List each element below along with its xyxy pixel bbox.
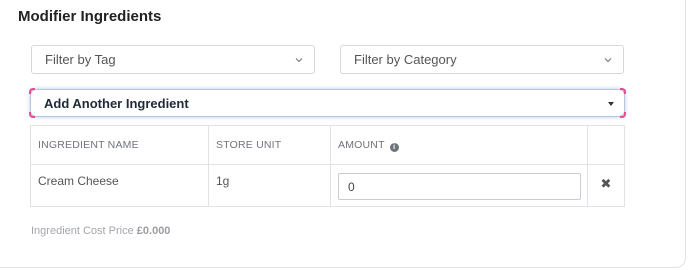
cost-value: £0.000 — [136, 225, 171, 237]
add-ingredient-select[interactable]: Add Another Ingredient — [29, 88, 626, 118]
filter-tag-value: Filter by Tag — [45, 52, 116, 67]
close-icon[interactable]: ✖ — [601, 176, 612, 192]
ingredient-cost-price: Ingredient Cost Price £0.000 — [31, 225, 170, 237]
add-ingredient-label: Add Another Ingredient — [44, 96, 189, 111]
amount-cell — [330, 164, 588, 207]
col-header-ingredient-name: INGREDIENT NAME — [30, 125, 209, 165]
col-header-store-unit: STORE UNIT — [208, 125, 331, 165]
filter-by-category-select[interactable]: Filter by Category — [340, 45, 624, 74]
cost-label: Ingredient Cost Price — [31, 225, 134, 237]
focus-corner — [620, 112, 626, 118]
col-header-amount: AMOUNT i — [330, 125, 588, 165]
modifier-ingredients-card: Modifier Ingredients Filter by Tag Filte… — [0, 0, 686, 268]
filter-by-tag-select[interactable]: Filter by Tag — [31, 45, 315, 74]
focus-corner — [29, 88, 35, 94]
info-icon[interactable]: i — [389, 142, 399, 152]
chevron-down-icon — [604, 58, 612, 63]
ingredient-name-cell: Cream Cheese — [30, 164, 209, 207]
caret-down-icon — [608, 102, 614, 106]
store-unit-cell: 1g — [208, 164, 331, 207]
chevron-down-icon — [295, 58, 303, 63]
ingredients-table: INGREDIENT NAME STORE UNIT AMOUNT i Crea… — [30, 125, 625, 207]
focus-corner — [620, 88, 626, 94]
amount-header-label: AMOUNT — [338, 138, 385, 151]
table-row: Cream Cheese 1g ✖ — [30, 164, 625, 207]
focus-corner — [29, 112, 35, 118]
amount-input[interactable] — [338, 173, 581, 200]
section-title: Modifier Ingredients — [18, 8, 162, 25]
filter-category-value: Filter by Category — [354, 52, 457, 67]
col-header-actions — [587, 125, 625, 165]
table-header-row: INGREDIENT NAME STORE UNIT AMOUNT i — [30, 125, 625, 165]
remove-cell: ✖ — [587, 164, 625, 207]
